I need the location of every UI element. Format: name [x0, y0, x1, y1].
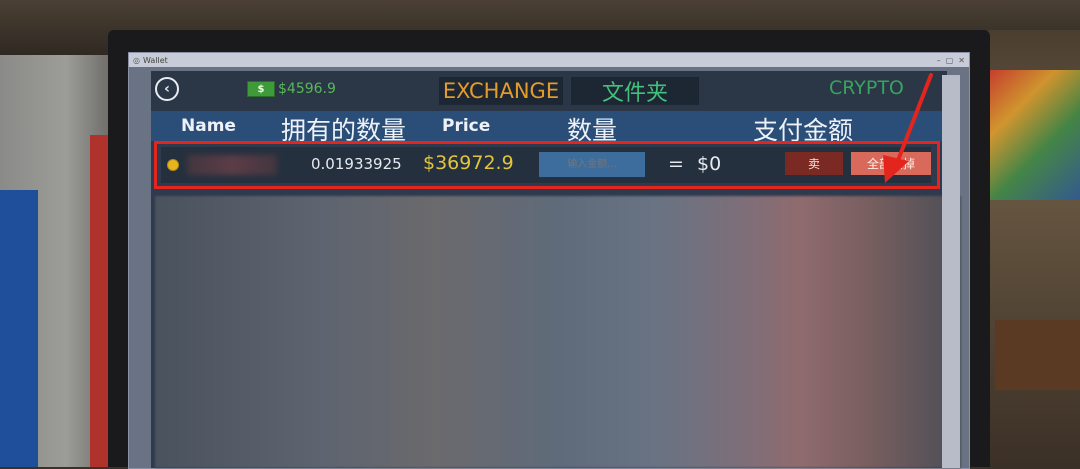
window-titlebar[interactable]: ◎ Wallet – ▢ ✕ — [129, 53, 969, 67]
table-header: Name 拥有的数量 Price 数量 支付金额 — [151, 111, 947, 145]
app-icon: ◎ — [133, 55, 140, 65]
close-icon[interactable]: ✕ — [958, 56, 965, 65]
sell-button[interactable]: 卖 — [785, 152, 843, 175]
tab-folder[interactable]: 文件夹 — [571, 77, 699, 106]
header-name: Name — [181, 116, 236, 136]
coin-price: $36972.9 — [423, 152, 514, 174]
coin-icon — [167, 159, 179, 171]
equals-sign: = — [668, 153, 684, 175]
header-price: Price — [442, 116, 491, 136]
owned-amount: 0.01933925 — [311, 155, 402, 173]
wallet-window: ◎ Wallet – ▢ ✕ ‹ $ $4596.9 EXCHANGE 文件夹 … — [128, 52, 970, 469]
coin-name-redacted — [187, 155, 277, 175]
background-poster — [990, 70, 1080, 200]
window-title: Wallet — [142, 55, 168, 65]
balance-amount: $4596.9 — [278, 81, 336, 97]
coin-list-area — [155, 196, 961, 468]
minimize-icon[interactable]: – — [937, 56, 941, 65]
wallet-balance: $ $4596.9 — [247, 81, 336, 97]
back-arrow-icon: ‹ — [164, 81, 170, 97]
amount-input[interactable] — [539, 152, 645, 177]
maximize-icon[interactable]: ▢ — [946, 56, 954, 65]
back-button[interactable]: ‹ — [155, 77, 179, 101]
cash-icon: $ — [247, 81, 275, 97]
annotation-arrow-icon — [883, 73, 933, 183]
background-bench — [995, 320, 1080, 390]
window-scrollbar[interactable] — [942, 75, 960, 468]
tab-exchange[interactable]: EXCHANGE — [439, 77, 563, 105]
exchange-app: ‹ $ $4596.9 EXCHANGE 文件夹 CRYPTO Name 拥有的… — [151, 71, 961, 468]
table-row: 0.01933925 $36972.9 = $0 卖 全部卖掉 — [161, 147, 931, 183]
app-topbar: ‹ $ $4596.9 EXCHANGE 文件夹 CRYPTO — [151, 71, 947, 111]
background-blue-panel — [0, 190, 38, 467]
pay-amount: $0 — [697, 153, 722, 175]
